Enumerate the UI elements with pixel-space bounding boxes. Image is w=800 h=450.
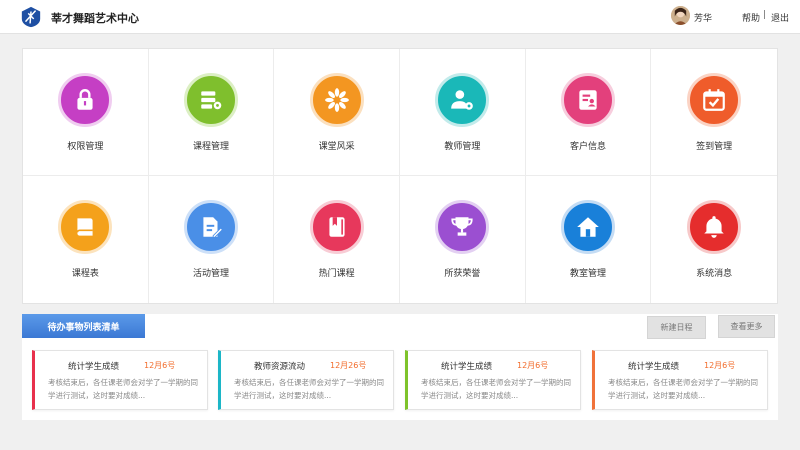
tile-popular-courses[interactable]: 热门课程 [274,176,400,303]
tile-label: 课程管理 [192,142,229,152]
link-separator: | [763,10,767,20]
tile-customer-info[interactable]: 客户信息 [525,49,652,176]
tile-label: 课堂风采 [318,142,355,152]
top-bar: 莘才舞蹈艺术中心 芳华 帮助 | 退出 [0,0,800,34]
tile-label: 所获荣誉 [444,269,481,279]
contact-card-icon [560,73,615,127]
calendar-check-icon [687,73,742,127]
todo-panel: 待办事物列表清单 新建日程 查看更多 统计学生成绩 12月6号 考核结束后，各任… [22,314,778,420]
tile-activity-management[interactable]: 活动管理 [149,176,275,303]
lock-icon [58,73,113,127]
tile-label: 签到管理 [696,142,733,152]
card-date: 12月6号 [517,361,549,370]
avatar-image [671,6,690,25]
card-title: 统计学生成绩 [628,362,680,372]
todo-card[interactable]: 教师资源流动 12月26号 考核结束后，各任课老师会对学了一学期的同学进行测试，… [218,350,394,410]
tile-attendance-management[interactable]: 签到管理 [651,49,777,176]
tile-teacher-management[interactable]: 教师管理 [399,49,526,176]
username[interactable]: 芳华 [694,11,712,24]
tile-label: 教室管理 [569,269,606,279]
server-gear-icon [183,73,238,127]
card-title: 统计学生成绩 [68,362,120,372]
tile-label: 课程表 [71,269,99,279]
logout-link[interactable]: 退出 [771,11,789,24]
tile-label: 活动管理 [192,269,229,279]
tile-label: 热门课程 [318,269,355,279]
tile-timetable[interactable]: 课程表 [23,176,149,303]
tile-label: 权限管理 [67,142,104,152]
card-date: 12月6号 [144,361,176,370]
todo-card[interactable]: 统计学生成绩 12月6号 考核结束后，各任课老师会对学了一学期的同学进行测试，这… [405,350,581,410]
avatar[interactable] [671,6,690,25]
module-grid: 权限管理 课程管理 课堂风采 教师管理 客户信息 签到管理 课程表 活动管理 热… [22,48,778,304]
tile-label: 系统消息 [696,269,733,279]
bookmark-book-icon [309,200,364,254]
tile-course-management[interactable]: 课程管理 [148,49,275,176]
tile-class-showcase[interactable]: 课堂风采 [274,49,400,176]
todo-card[interactable]: 统计学生成绩 12月6号 考核结束后，各任课老师会对学了一学期的同学进行测试，这… [592,350,768,410]
todo-title-tab[interactable]: 待办事物列表清单 [22,314,145,338]
card-date: 12月26号 [330,361,367,370]
logo-icon [21,6,41,28]
flower-icon [309,73,364,127]
tile-classroom-management[interactable]: 教室管理 [526,176,652,303]
document-edit-icon [183,200,238,254]
card-body: 考核结束后，各任课老师会对学了一学期的同学进行测试，这时要对成绩... [608,378,758,400]
card-body: 考核结束后，各任课老师会对学了一学期的同学进行测试，这时要对成绩... [48,378,198,400]
tile-label: 教师管理 [444,142,481,152]
bell-icon [687,200,742,254]
help-link[interactable]: 帮助 [742,11,760,24]
book-icon [58,200,113,254]
card-title: 统计学生成绩 [441,362,493,372]
new-schedule-button[interactable]: 新建日程 [647,316,706,339]
card-date: 12月6号 [704,361,736,370]
card-title: 教师资源流动 [254,362,306,372]
card-body: 考核结束后，各任课老师会对学了一学期的同学进行测试，这时要对成绩... [234,378,384,400]
todo-card[interactable]: 统计学生成绩 12月6号 考核结束后，各任课老师会对学了一学期的同学进行测试，这… [32,350,208,410]
tile-system-messages[interactable]: 系统消息 [651,176,777,303]
view-more-button[interactable]: 查看更多 [718,315,775,338]
tile-permission-management[interactable]: 权限管理 [23,49,149,176]
user-gear-icon [435,73,490,127]
card-body: 考核结束后，各任课老师会对学了一学期的同学进行测试，这时要对成绩... [421,378,571,400]
trophy-icon [435,200,490,254]
app-title: 莘才舞蹈艺术中心 [51,12,139,25]
tile-honors[interactable]: 所获荣誉 [400,176,526,303]
tile-label: 客户信息 [569,142,606,152]
home-icon [560,200,615,254]
